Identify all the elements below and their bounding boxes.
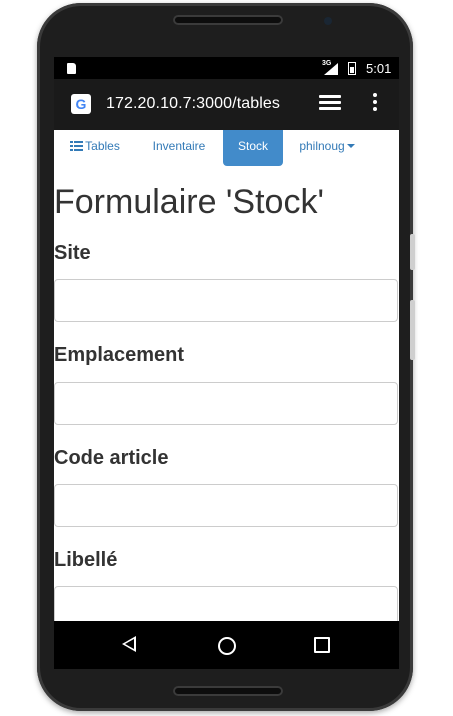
page-title: Formulaire 'Stock' [54,183,324,221]
top-speaker [173,15,283,25]
back-icon[interactable] [122,636,136,652]
home-icon[interactable] [218,637,236,655]
code-article-input[interactable] [54,484,398,527]
status-clock: 5:01 [366,61,392,76]
front-camera [324,17,332,25]
caret-down-icon [346,144,355,148]
site-label: Site [54,242,91,264]
emplacement-label: Emplacement [54,344,185,366]
browser-toolbar: G 172.20.10.7:3000/tables [54,79,399,130]
screen: 3G 5:01 G 172.20.10.7:3000/tables Tables… [54,57,399,669]
nav-item-label: philnoug [299,139,345,153]
web-page: Tables Inventaire Stock philnoug Formula… [54,130,399,629]
battery-icon [348,62,356,75]
nav-item-label: Tables [85,139,120,153]
emplacement-input[interactable] [54,382,398,425]
address-bar-url[interactable]: 172.20.10.7:3000/tables [106,95,280,113]
nav-item-label: Stock [237,139,268,153]
signal-icon [324,63,338,75]
volume-button [410,234,415,270]
google-favicon-icon: G [71,94,91,114]
navbar: Tables Inventaire Stock philnoug [54,130,399,166]
nav-item-user-dropdown[interactable]: philnoug [295,130,359,166]
android-navigation-bar [54,621,399,669]
overflow-menu-icon[interactable] [372,93,378,115]
power-button [410,300,415,360]
bottom-speaker [173,686,283,696]
sim-card-icon [67,63,76,74]
nav-item-tables[interactable]: Tables [67,130,123,166]
tab-switcher-icon[interactable] [319,95,341,113]
nav-item-stock[interactable]: Stock [223,130,283,166]
libelle-label: Libellé [54,549,118,571]
code-article-label: Code article [54,447,169,469]
site-input[interactable] [54,279,398,322]
nav-item-inventaire[interactable]: Inventaire [146,130,212,166]
nav-item-label: Inventaire [152,139,206,153]
status-bar: 3G 5:01 [54,57,399,79]
recents-icon[interactable] [314,637,330,653]
list-icon [70,141,84,151]
